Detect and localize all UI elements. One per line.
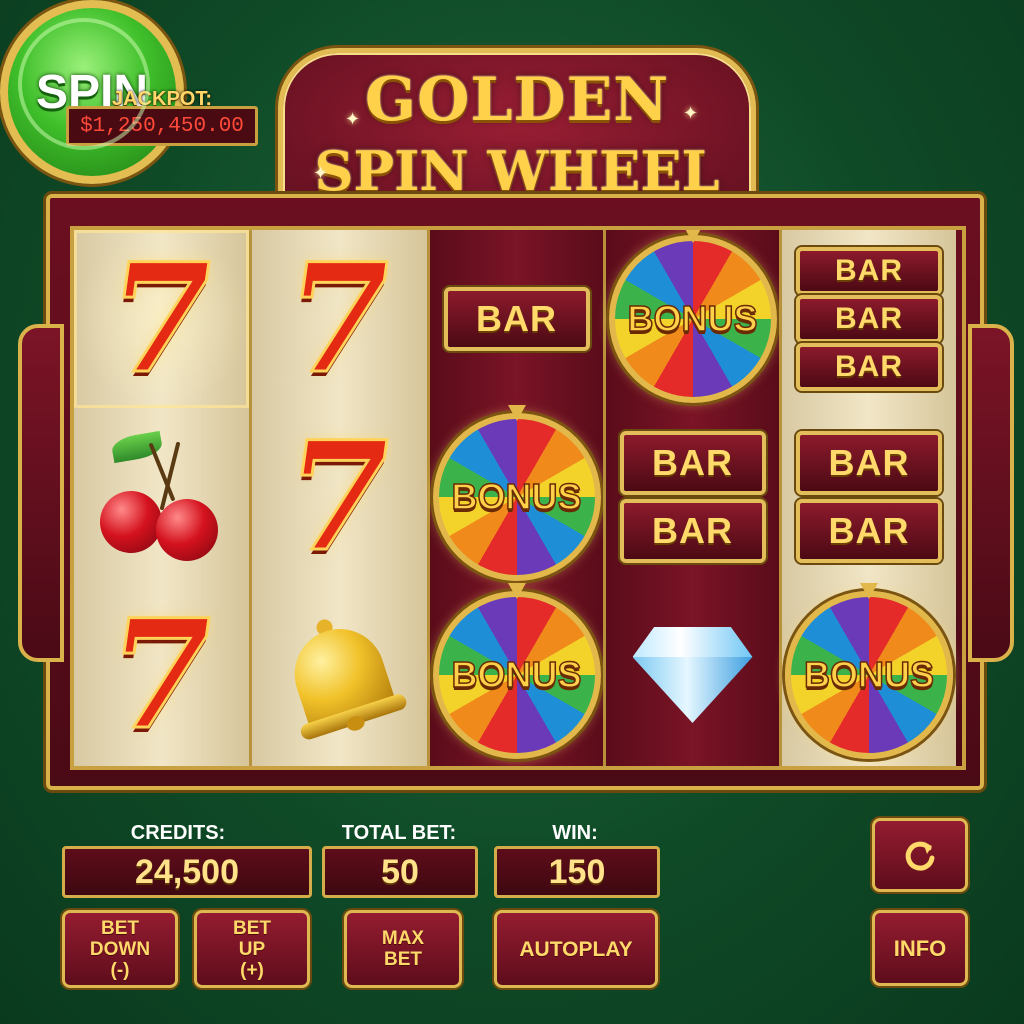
reel-2-symbol-2: 7 xyxy=(252,408,427,587)
bell-icon xyxy=(269,601,411,749)
bar-symbol: BAR xyxy=(619,431,766,495)
bar-symbol: BAR xyxy=(796,343,942,391)
credits-label: CREDITS: xyxy=(130,822,226,844)
bar-symbol: BAR xyxy=(619,499,766,563)
bar-symbol: BAR xyxy=(796,247,942,295)
reel-5-symbol-2: BAR BAR xyxy=(782,408,956,586)
reel-4-symbol-3 xyxy=(606,586,779,764)
bar-symbol: BAR xyxy=(796,431,942,495)
bet-down-line-1: BET xyxy=(101,917,139,939)
sparkle-icon: ✦ xyxy=(313,163,329,183)
reel-5-symbol-1: BAR BAR BAR xyxy=(782,230,956,408)
sparkle-icon: ✦ xyxy=(345,109,361,129)
bar-symbol: BAR xyxy=(796,499,942,563)
seven-symbol: 7 xyxy=(95,586,227,765)
sparkle-icon: ✦ xyxy=(683,103,699,123)
seven-symbol: 7 xyxy=(273,408,405,587)
bet-up-line-1: BET xyxy=(233,917,271,939)
bonus-label: BONUS xyxy=(627,297,759,340)
seven-symbol: 7 xyxy=(95,230,227,409)
reel-5: BAR BAR BAR BAR BAR BONUS xyxy=(779,230,956,766)
cabinet-right-wing xyxy=(968,324,1014,662)
bonus-label: BONUS xyxy=(803,653,935,696)
win-value: 150 xyxy=(494,846,660,898)
reel-3: BAR BONUS BONUS xyxy=(427,230,603,766)
seven-symbol: 7 xyxy=(273,230,405,409)
total-bet-value: 50 xyxy=(322,846,478,898)
info-button[interactable]: INFO xyxy=(872,910,968,986)
reel-3-symbol-2: BONUS xyxy=(430,405,603,586)
reel-1-symbol-2 xyxy=(74,408,249,586)
reel-3-symbol-1: BAR xyxy=(430,230,603,408)
cherry-icon xyxy=(92,427,232,567)
double-bar-symbol: BAR BAR xyxy=(619,431,766,563)
win-label: WIN: xyxy=(552,822,598,844)
bonus-wheel-icon: BONUS xyxy=(432,583,601,759)
bet-up-line-3: (+) xyxy=(240,959,264,981)
bet-down-line-3: (-) xyxy=(110,959,130,981)
reel-1: 7 7 xyxy=(74,230,249,766)
bar-symbol: BAR xyxy=(796,295,942,343)
bet-down-button[interactable]: BET DOWN (-) xyxy=(62,910,178,988)
refresh-icon xyxy=(905,841,935,871)
bonus-label: BONUS xyxy=(451,653,583,696)
reel-1-symbol-3: 7 xyxy=(74,586,249,765)
reel-4-symbol-2: BAR BAR xyxy=(606,408,779,586)
bonus-wheel-icon: BONUS xyxy=(432,405,601,581)
reel-1-symbol-1: 7 xyxy=(74,230,249,409)
bet-up-button[interactable]: BET UP (+) xyxy=(194,910,310,988)
reel-4: BONUS BAR BAR xyxy=(603,230,779,766)
autoplay-button[interactable]: AUTOPLAY xyxy=(494,910,658,988)
triple-bar-symbol: BAR BAR BAR xyxy=(796,247,942,391)
bet-down-line-2: DOWN xyxy=(89,938,151,960)
bonus-wheel-icon: BONUS xyxy=(785,583,953,759)
reel-2-symbol-3 xyxy=(252,586,427,764)
reel-window: 7 7 7 7 BAR BONUS BONUS BONUS BAR BAR BA… xyxy=(70,226,966,770)
total-bet-label: TOTAL BET: xyxy=(341,822,457,844)
refresh-button[interactable] xyxy=(872,818,968,892)
reel-2: 7 7 xyxy=(249,230,427,766)
spin-arrows-icon xyxy=(18,18,150,150)
reel-3-symbol-3: BONUS xyxy=(430,583,603,764)
reel-2-symbol-1: 7 xyxy=(252,230,427,409)
double-bar-symbol: BAR BAR xyxy=(796,431,942,563)
max-bet-line-1: MAX xyxy=(381,928,425,949)
reel-5-symbol-3: BONUS xyxy=(782,583,956,764)
max-bet-line-2: BET xyxy=(384,949,422,970)
bonus-label: BONUS xyxy=(451,475,583,518)
bonus-wheel-icon: BONUS xyxy=(608,230,777,403)
credits-value: 24,500 xyxy=(62,846,312,898)
reel-4-symbol-1: BONUS xyxy=(606,230,779,408)
bar-symbol: BAR xyxy=(443,287,590,351)
bet-up-line-2: UP xyxy=(238,938,266,960)
max-bet-button[interactable]: MAX BET xyxy=(344,910,462,988)
cabinet-left-wing xyxy=(18,324,64,662)
diamond-icon xyxy=(632,627,753,723)
